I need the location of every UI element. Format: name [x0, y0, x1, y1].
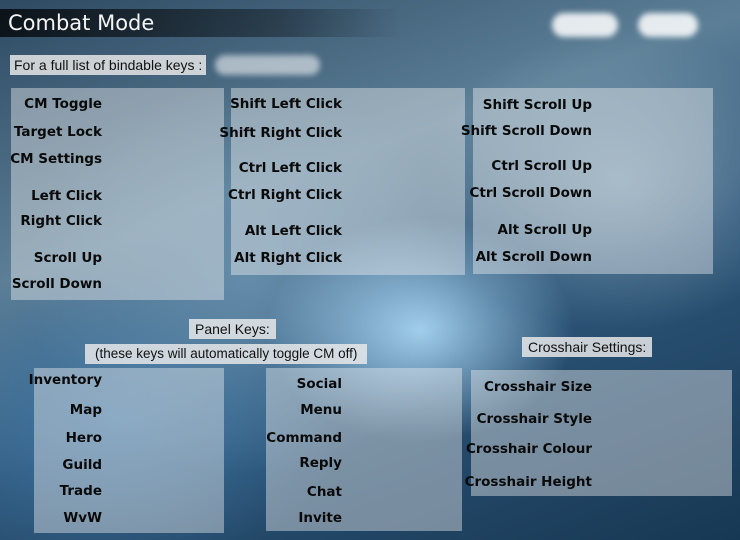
- scroll-down-key[interactable]: Scroll Down: [12, 276, 102, 292]
- guild-key[interactable]: Guild: [62, 457, 102, 473]
- command-key[interactable]: Command: [266, 430, 342, 446]
- panel-keys-label: Panel Keys:: [189, 319, 276, 339]
- alt-right-click-key[interactable]: Alt Right Click: [234, 250, 342, 266]
- chat-key[interactable]: Chat: [307, 484, 342, 500]
- modifier-click-panel: [231, 88, 465, 275]
- right-click-key[interactable]: Right Click: [20, 213, 102, 229]
- scroll-up-key[interactable]: Scroll Up: [34, 250, 102, 266]
- modifier-scroll-panel: [473, 88, 713, 274]
- ctrl-left-click-key[interactable]: Ctrl Left Click: [239, 160, 342, 176]
- hero-key[interactable]: Hero: [66, 430, 102, 446]
- crosshair-settings-label: Crosshair Settings:: [522, 337, 653, 357]
- reply-key[interactable]: Reply: [299, 455, 342, 471]
- map-key[interactable]: Map: [70, 402, 102, 418]
- panel-keys-note: (these keys will automatically toggle CM…: [85, 344, 368, 364]
- bindable-keys-link-glow: [215, 55, 320, 75]
- ctrl-right-click-key[interactable]: Ctrl Right Click: [228, 187, 342, 203]
- crosshair-size-key[interactable]: Crosshair Size: [484, 379, 592, 395]
- alt-scroll-down-key[interactable]: Alt Scroll Down: [476, 249, 592, 265]
- inventory-key[interactable]: Inventory: [29, 372, 102, 388]
- crosshair-height-key[interactable]: Crosshair Height: [465, 474, 592, 490]
- cm-toggle-key[interactable]: CM Toggle: [24, 96, 102, 112]
- crosshair-style-key[interactable]: Crosshair Style: [477, 411, 592, 427]
- top-glow-button-1: [552, 13, 618, 37]
- trade-key[interactable]: Trade: [60, 483, 102, 499]
- alt-left-click-key[interactable]: Alt Left Click: [245, 223, 342, 239]
- panel-keys-left: [34, 368, 224, 533]
- top-glow-button-2: [638, 13, 698, 37]
- ctrl-scroll-down-key[interactable]: Ctrl Scroll Down: [469, 185, 592, 201]
- social-key[interactable]: Social: [297, 376, 342, 392]
- ctrl-scroll-up-key[interactable]: Ctrl Scroll Up: [491, 158, 592, 174]
- bindable-keys-note: For a full list of bindable keys :: [10, 55, 207, 75]
- panel-keys-right: [266, 368, 462, 531]
- menu-key[interactable]: Menu: [300, 402, 342, 418]
- cm-settings-key[interactable]: CM Settings: [10, 151, 102, 167]
- shift-right-click-key[interactable]: Shift Right Click: [219, 125, 342, 141]
- shift-left-click-key[interactable]: Shift Left Click: [230, 96, 342, 112]
- target-lock-key[interactable]: Target Lock: [14, 124, 102, 140]
- wvw-key[interactable]: WvW: [63, 510, 102, 526]
- shift-scroll-down-key[interactable]: Shift Scroll Down: [461, 123, 592, 139]
- left-click-key[interactable]: Left Click: [31, 188, 102, 204]
- page-title: Combat Mode: [8, 11, 155, 35]
- crosshair-colour-key[interactable]: Crosshair Colour: [466, 441, 592, 457]
- alt-scroll-up-key[interactable]: Alt Scroll Up: [498, 222, 592, 238]
- invite-key[interactable]: Invite: [298, 510, 342, 526]
- shift-scroll-up-key[interactable]: Shift Scroll Up: [483, 97, 592, 113]
